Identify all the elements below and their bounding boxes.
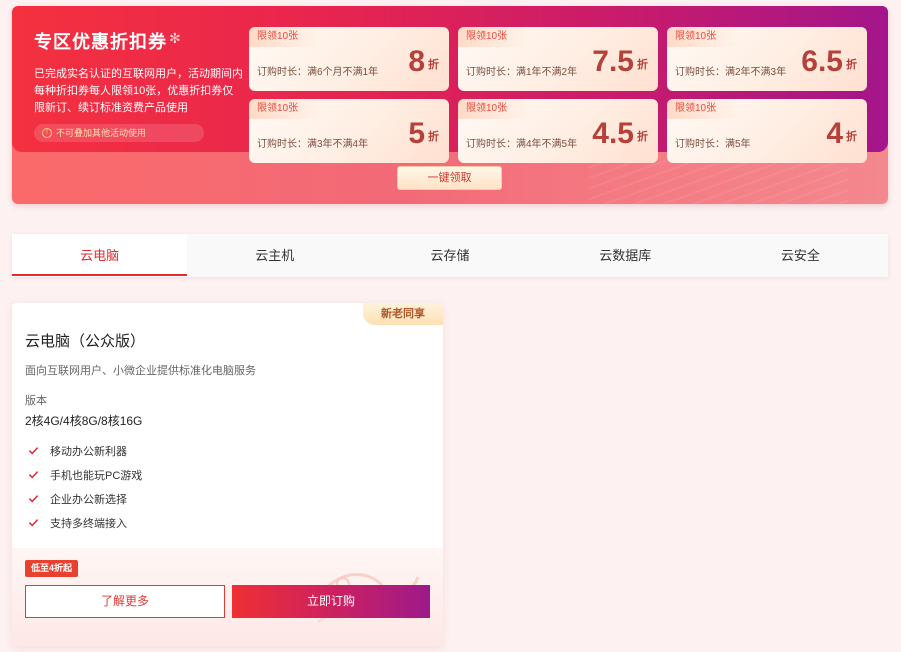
coupon-card[interactable]: 限领10张 订购时长：满6个月不满1年 8折 (249, 27, 449, 91)
promo-note-text: 不可叠加其他活动使用 (56, 128, 147, 138)
feature-text: 手机也能玩PC游戏 (50, 470, 143, 482)
coupon-card[interactable]: 限领10张 订购时长：满2年不满3年 6.5 折 (667, 27, 867, 91)
tab-cloud-host[interactable]: 云主机 (187, 234, 363, 277)
info-icon: ! (42, 128, 52, 138)
coupon-card[interactable]: 限领10张 订购时长：满4年不满5年 4.5 折 (458, 99, 658, 163)
version-label: 版本 (25, 395, 47, 407)
coupon-term: 订购时长：满4年不满5年 (466, 139, 578, 150)
coupon-term: 订购时长：满2年不满3年 (675, 67, 787, 78)
card-footer: 低至4折起 了解更多 立即订购 (12, 548, 443, 646)
coupon-card[interactable]: 限领10张 订购时长：满3年不满4年 5折 (249, 99, 449, 163)
coupon-card[interactable]: 限领10张 订购时长：满1年不满2年 7.5 折 (458, 27, 658, 91)
buy-now-button[interactable]: 立即订购 (232, 585, 430, 618)
coupon-discount: 4.5 折 (592, 117, 648, 151)
product-description: 面向互联网用户、小微企业提供标准化电脑服务 (25, 365, 256, 377)
coupon-discount-unit: 折 (428, 59, 439, 71)
coupon-limit: 限领10张 (249, 99, 323, 119)
promo-note: ! 不可叠加其他活动使用 (34, 124, 204, 142)
version-value: 2核4G/4核8G/8核16G (25, 414, 143, 428)
low-price-tag: 低至4折起 (25, 560, 79, 577)
coupon-discount: 5折 (408, 117, 439, 151)
tab-cloud-database[interactable]: 云数据库 (537, 234, 713, 277)
coupon-limit: 限领10张 (458, 99, 532, 119)
check-icon (28, 471, 39, 479)
tab-cloud-pc[interactable]: 云电脑 (12, 234, 188, 277)
coupon-discount-unit: 折 (846, 59, 857, 71)
product-title: 云电脑（公众版） (25, 333, 146, 350)
coupon-discount-unit: 折 (637, 59, 648, 71)
tab-cloud-security[interactable]: 云安全 (712, 234, 889, 277)
tab-cloud-storage[interactable]: 云存储 (362, 234, 538, 277)
coupon-discount-value: 6.5 (801, 45, 843, 78)
feature-item: 手机也能玩PC游戏 (25, 469, 142, 493)
coupon-discount: 4折 (826, 117, 857, 151)
coupon-discount-unit: 折 (428, 131, 439, 143)
coupon-discount-value: 4 (826, 117, 843, 150)
feature-list: 移动办公新利器 手机也能玩PC游戏 企业办公新选择 支持多终端接入 (25, 445, 142, 541)
promo-description: 已完成实名认证的互联网用户，活动期间内每种折扣券每人限领10张，优惠折扣券仅限新… (34, 68, 243, 114)
coupon-discount: 7.5 折 (592, 45, 648, 79)
coupon-discount-value: 7.5 (592, 45, 634, 78)
feature-item: 企业办公新选择 (25, 493, 142, 517)
learn-more-button[interactable]: 了解更多 (25, 585, 225, 618)
coupon-term: 订购时长：满6个月不满1年 (257, 67, 379, 78)
coupon-discount-value: 4.5 (592, 117, 634, 150)
coupon-term: 订购时长：满3年不满4年 (257, 139, 369, 150)
new-old-badge: 新老同享 (363, 303, 443, 325)
promo-title: 专区优惠折扣券 (34, 32, 167, 52)
coupon-limit: 限领10张 (458, 27, 532, 47)
feature-text: 支持多终端接入 (50, 518, 127, 530)
feature-item: 移动办公新利器 (25, 445, 142, 469)
coupon-discount: 6.5 折 (801, 45, 857, 79)
product-tabs: 云电脑 云主机 云存储 云数据库 云安全 (12, 234, 889, 277)
coupon-term: 订购时长：满1年不满2年 (466, 67, 578, 78)
product-card: 新老同享 云电脑（公众版） 面向互联网用户、小微企业提供标准化电脑服务 版本 2… (12, 303, 443, 646)
coupon-limit: 限领10张 (249, 27, 323, 47)
coupon-term: 订购时长：满5年 (675, 139, 751, 150)
promo-banner: 专区优惠折扣券 ✻ 已完成实名认证的互联网用户，活动期间内每种折扣券每人限领10… (12, 6, 888, 204)
banner-top-panel: 专区优惠折扣券 ✻ 已完成实名认证的互联网用户，活动期间内每种折扣券每人限领10… (12, 6, 888, 163)
coupon-discount-unit: 折 (637, 131, 648, 143)
check-icon (28, 495, 39, 503)
feature-text: 企业办公新选择 (50, 494, 127, 506)
feature-item: 支持多终端接入 (25, 517, 142, 541)
claim-all-button[interactable]: 一键领取 (397, 166, 502, 190)
coupon-card[interactable]: 限领10张 订购时长：满5年 4折 (667, 99, 867, 163)
coupon-discount-value: 8 (408, 45, 425, 78)
coupon-limit: 限领10张 (667, 99, 741, 119)
coupon-discount: 8折 (408, 45, 439, 79)
check-icon (28, 447, 39, 455)
flower-icon: ✻ (169, 30, 181, 46)
feature-text: 移动办公新利器 (50, 446, 127, 458)
coupon-discount-unit: 折 (846, 131, 857, 143)
check-icon (28, 519, 39, 527)
coupon-limit: 限领10张 (667, 27, 741, 47)
coupon-discount-value: 5 (408, 117, 425, 150)
